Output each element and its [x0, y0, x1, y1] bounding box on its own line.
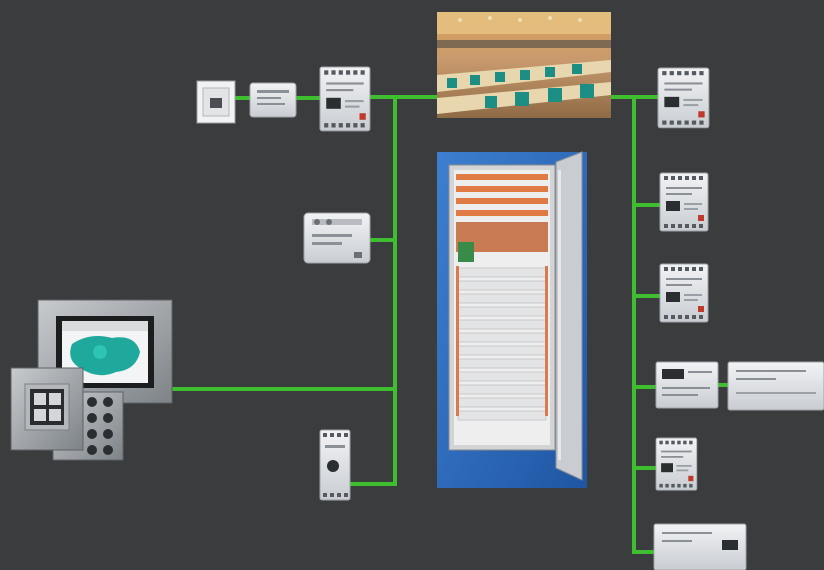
right-module-extension[interactable]	[727, 361, 824, 411]
din-rail-module-icon[interactable]	[319, 66, 371, 132]
right-module-2[interactable]	[659, 172, 709, 232]
right-module-wide[interactable]	[655, 361, 719, 409]
right-module-3[interactable]	[659, 263, 709, 323]
wall-socket-icon[interactable]	[196, 80, 236, 124]
wall-controller-icon[interactable]	[303, 212, 371, 264]
knx-bus-topology-diagram	[10, 12, 824, 570]
right-module-1[interactable]	[657, 67, 710, 129]
power-supply-icon[interactable]	[249, 82, 297, 118]
right-module-5[interactable]	[655, 437, 698, 491]
conference-room-image	[437, 12, 611, 118]
push-button-panel-icon[interactable]	[10, 367, 84, 451]
bus-interface-icon[interactable]	[319, 429, 351, 501]
electrical-cabinet-icon	[437, 151, 587, 488]
right-module-bottom[interactable]	[653, 523, 747, 570]
